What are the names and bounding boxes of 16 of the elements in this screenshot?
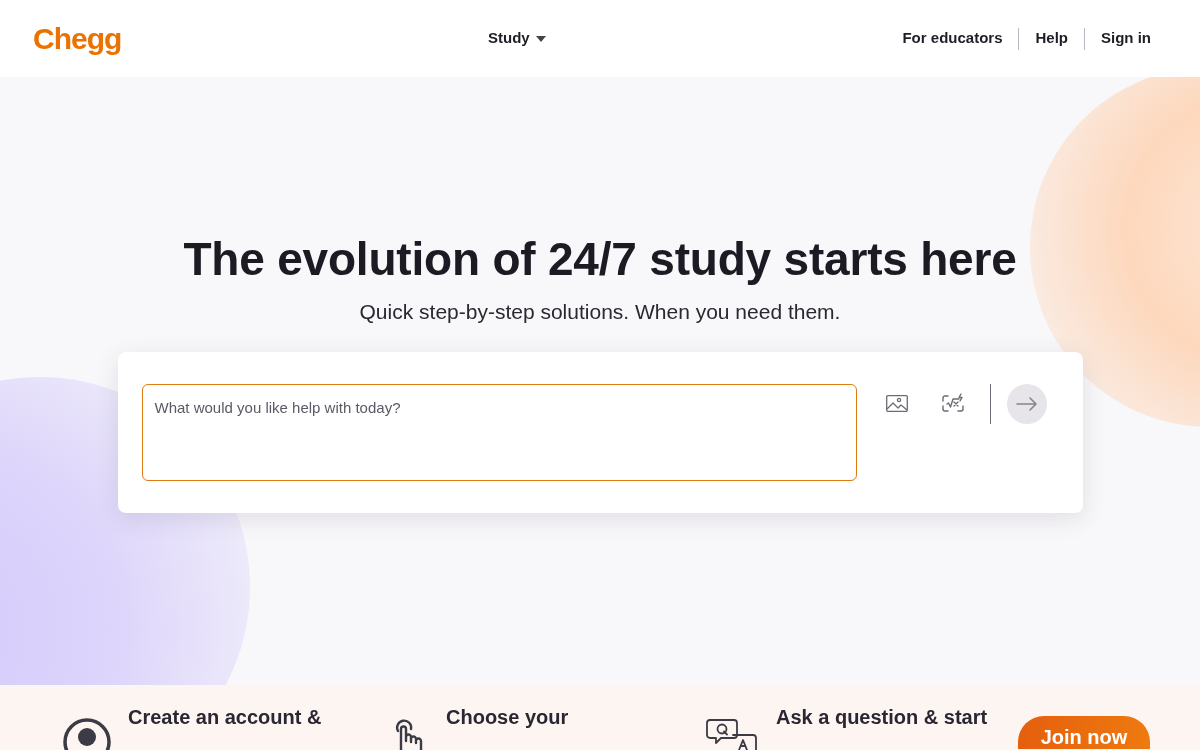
image-icon [885,395,908,412]
study-menu[interactable]: Study [488,27,546,50]
nav-link[interactable]: For educators [902,27,1003,50]
radio-icon [62,717,112,750]
arrow-right-icon [1015,396,1038,411]
hero-title: The evolution of 24/7 study starts here [183,232,1017,287]
step-text: Create an account & [128,706,322,728]
step-text: Ask a question & start [776,706,988,728]
question-field[interactable]: What would you like help with today? [141,383,857,481]
caret-icon [535,35,546,42]
nav-link[interactable]: Sign in [1101,27,1151,50]
square-root-icon [941,393,964,414]
hero-subtitle: Quick step-by-step solutions. When you need them. [359,299,841,325]
question-answer-icon [706,717,760,750]
step-text: Choose your [446,706,569,728]
nav-link[interactable]: Help [1035,27,1068,50]
